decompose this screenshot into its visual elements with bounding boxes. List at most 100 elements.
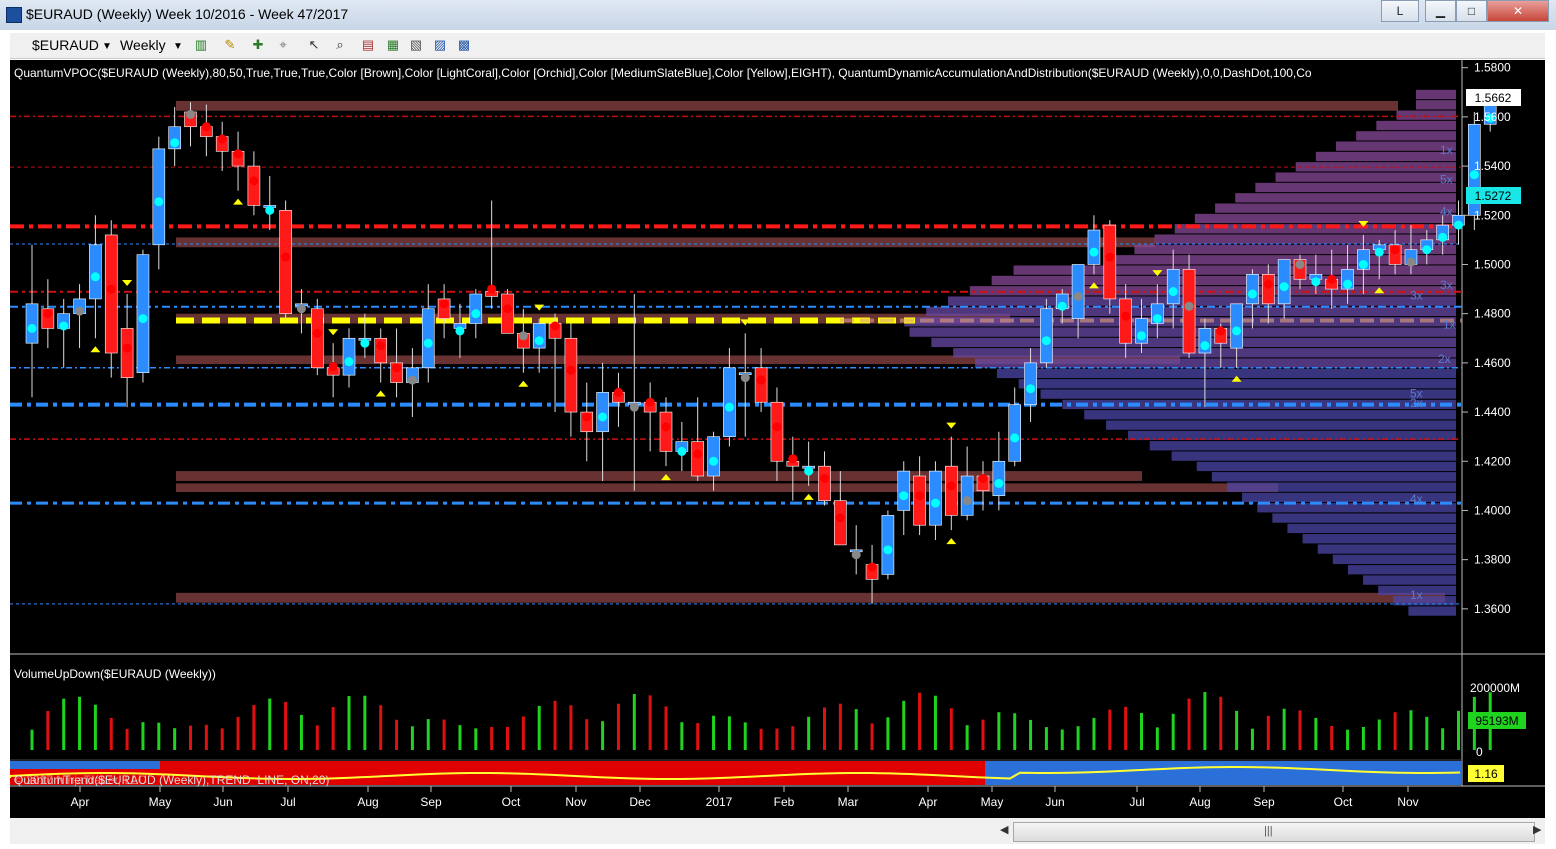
vpoc-zone-1 [176, 237, 1155, 248]
profile-row-6 [1315, 151, 1456, 162]
candle-dot-25 [423, 338, 433, 348]
chart-style-icon[interactable]: ▦ [385, 37, 401, 53]
pointer-icon[interactable]: ↖ [306, 37, 322, 53]
properties-icon[interactable]: ▨ [432, 37, 448, 53]
price-tick-label-0: 1.5800 [1474, 61, 1511, 75]
bar-type-icon[interactable]: ▥ [193, 37, 209, 53]
profile-label-5: 2x [1438, 352, 1451, 366]
candle-body-67 [1087, 229, 1101, 265]
chart-area[interactable]: 1x 2x 3x 4x 5x 2x 1x 3x 4x 5x 1x 1.5800 1.5600 1.540… [9, 60, 1545, 818]
profile-row-27 [996, 368, 1456, 379]
volume-bar-61 [997, 712, 1001, 750]
volume-bar-89 [1441, 728, 1445, 750]
interval-dropdown-icon[interactable]: ▼ [173, 41, 183, 52]
volume-bar-25 [426, 719, 430, 750]
time-tick-label-6: Oct [502, 795, 521, 809]
bar-chart-icon[interactable]: ▤ [360, 37, 376, 53]
candle-body-25 [421, 308, 435, 369]
volume-bar-0 [30, 729, 34, 750]
volume-bar-23 [395, 719, 399, 750]
last-price-value: 1.5662 [1475, 91, 1512, 105]
volume-bar-5 [109, 717, 113, 750]
candle-dot-33 [550, 321, 560, 331]
volume-bar-88 [1425, 716, 1429, 750]
volume-bar-36 [601, 721, 605, 750]
volume-bar-24 [410, 726, 414, 750]
volume-bar-26 [442, 719, 446, 750]
volume-bar-29 [490, 727, 494, 750]
price-tick-label-5: 1.4800 [1474, 307, 1511, 321]
app-icon [6, 7, 22, 23]
volume-bar-4 [93, 704, 97, 750]
instrument-dropdown-icon[interactable]: ▼ [102, 41, 112, 52]
candle-dot-79 [1279, 282, 1289, 292]
candle-body-43 [707, 436, 720, 477]
volume-bar-10 [189, 725, 192, 750]
candle-dot-74 [1200, 341, 1210, 351]
window-titlebar: $EURAUD (Weekly) Week 10/2016 - Week 47/… [0, 0, 1556, 30]
candle-body-44 [723, 367, 736, 437]
candle-dot-40 [661, 422, 671, 432]
volume-bar-66 [1076, 726, 1080, 750]
candle-dot-82 [1327, 274, 1337, 284]
candle-dot-6 [122, 343, 132, 353]
volume-bar-77 [1250, 728, 1254, 750]
volume-bar-46 [759, 728, 763, 750]
price-tick-label-10: 1.3800 [1474, 553, 1511, 567]
volume-bar-32 [537, 705, 541, 750]
candle-dot-89 [1438, 232, 1448, 242]
candle-dot-48 [788, 454, 798, 464]
crosshair-icon[interactable]: ⌖ [275, 37, 291, 53]
volume-bar-80 [1298, 710, 1302, 750]
volume-bar-58 [949, 708, 953, 750]
volume-bar-18 [315, 725, 319, 750]
volume-indicator-label: VolumeUpDown($EURAUD (Weekly)) [14, 667, 216, 681]
candle-dot-83 [1343, 279, 1353, 289]
volume-bar-73 [1187, 698, 1191, 750]
chart-svg[interactable]: 1x2x3x4x5x2x1x3x4x5x1x 1.58001.56001.540… [9, 60, 1545, 818]
candle-body-20 [342, 337, 356, 376]
volume-bar-7 [141, 722, 145, 750]
candle-dot-38 [629, 402, 639, 412]
candle-dot-2 [59, 321, 69, 331]
candle-dot-72 [1168, 287, 1178, 297]
language-button[interactable]: L [1381, 0, 1419, 22]
minimize-button[interactable]: ▁ [1425, 0, 1456, 22]
volume-bar-44 [727, 716, 731, 750]
profile-row-2 [1396, 110, 1456, 120]
volume-bar-63 [1029, 719, 1033, 750]
scroll-left-icon[interactable]: ◀ [1000, 823, 1008, 836]
candle-dot-56 [915, 491, 925, 501]
candle-dot-64 [1041, 336, 1051, 346]
settings-panel-icon[interactable]: ▩ [456, 37, 472, 53]
candle-dot-52 [851, 550, 861, 560]
candle-dot-49 [804, 466, 814, 476]
price-tick-label-6: 1.4600 [1474, 356, 1511, 370]
candle-dot-18 [312, 328, 322, 338]
volume-bar-19 [331, 707, 335, 750]
instrument-selector[interactable]: $EURAUD [32, 37, 99, 53]
volume-bar-41 [680, 722, 684, 750]
horizontal-scrollbar[interactable]: ||| [1013, 822, 1535, 842]
candle-body-63 [1024, 362, 1037, 405]
scroll-grip-icon[interactable]: ||| [1264, 825, 1273, 837]
candle-dot-14 [249, 176, 259, 186]
candle-dot-57 [930, 498, 940, 508]
time-tick-label-15: Jul [1129, 795, 1144, 809]
draw-pencil-icon[interactable]: ✎ [222, 37, 238, 53]
volume-bar-84 [1361, 726, 1365, 750]
candle-body-30 [501, 293, 514, 334]
candle-body-40 [659, 411, 673, 452]
volume-bar-20 [347, 696, 351, 750]
profile-row-31 [1084, 410, 1456, 420]
interval-selector[interactable]: Weekly [120, 37, 166, 53]
data-box-icon[interactable]: ▧ [408, 37, 424, 53]
zoom-icon[interactable]: ⌕ [332, 37, 348, 53]
maximize-button[interactable]: □ [1456, 0, 1487, 22]
close-button[interactable]: ✕ [1487, 0, 1549, 22]
profile-row-1 [1416, 100, 1456, 110]
plus-cursor-icon[interactable]: ✚ [250, 37, 266, 53]
scroll-right-icon[interactable]: ▶ [1533, 823, 1541, 836]
candle-dot-86 [1390, 245, 1400, 255]
volume-bar-11 [204, 724, 208, 750]
